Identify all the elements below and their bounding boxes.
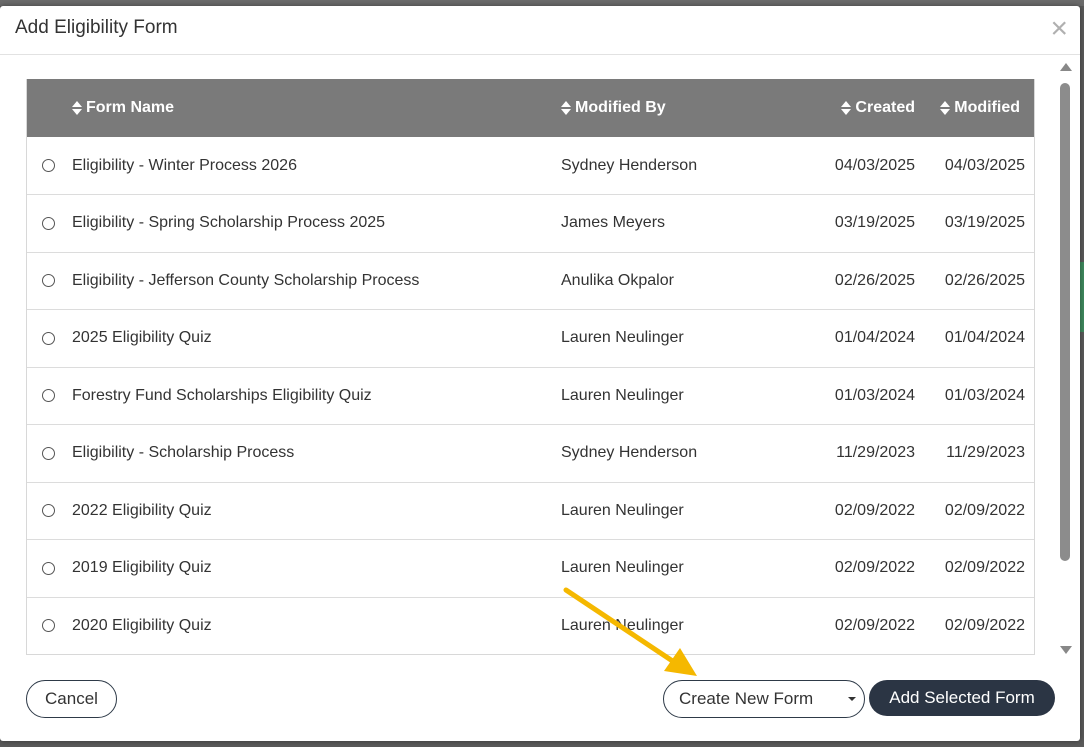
table-scrollbar[interactable] xyxy=(1058,61,1072,656)
row-select-cell xyxy=(27,482,72,540)
column-header-modified[interactable]: Modified xyxy=(924,79,1034,137)
modified-by-cell: Lauren Neulinger xyxy=(561,559,684,577)
modified-cell: 02/09/2022 xyxy=(944,616,1025,634)
forms-table-container: Form Name Modified By Created Modified E… xyxy=(26,79,1035,655)
modified-by-cell: Sydney Henderson xyxy=(561,444,698,462)
radio-icon[interactable] xyxy=(42,274,55,288)
form-name-cell: 2022 Eligibility Quiz xyxy=(72,501,212,519)
form-name-cell: Eligibility - Winter Process 2026 xyxy=(72,156,297,174)
modified-by-cell: Sydney Henderson xyxy=(561,156,698,174)
table-row[interactable]: Forestry Fund Scholarships Eligibility Q… xyxy=(27,367,1034,425)
table-row[interactable]: Eligibility - Spring Scholarship Process… xyxy=(27,195,1034,253)
scrollbar-thumb[interactable] xyxy=(1060,83,1070,561)
add-eligibility-form-dialog: Add Eligibility Form × Form Name Modifie… xyxy=(0,6,1080,741)
column-label-created: Created xyxy=(855,99,915,116)
column-header-modified-by[interactable]: Modified By xyxy=(561,79,773,137)
modified-by-cell: Anulika Okpalor xyxy=(561,271,674,289)
dialog-title: Add Eligibility Form xyxy=(15,17,178,38)
modified-cell: 02/09/2022 xyxy=(944,501,1025,519)
row-select-cell xyxy=(27,252,72,310)
created-cell: 03/19/2025 xyxy=(834,214,915,232)
modified-by-cell: Lauren Neulinger xyxy=(561,329,684,347)
close-icon[interactable]: × xyxy=(1050,14,1068,44)
created-cell: 02/09/2022 xyxy=(834,559,915,577)
select-column-header xyxy=(27,79,72,137)
form-name-cell: Eligibility - Scholarship Process xyxy=(72,444,295,462)
modified-by-cell: James Meyers xyxy=(561,214,666,232)
sort-icon xyxy=(561,100,571,115)
dialog-header: Add Eligibility Form × xyxy=(0,6,1080,55)
modified-cell: 01/03/2024 xyxy=(944,386,1025,404)
column-label-modified: Modified xyxy=(954,99,1020,116)
modified-cell: 03/19/2025 xyxy=(944,214,1025,232)
modified-cell: 02/09/2022 xyxy=(944,559,1025,577)
created-cell: 11/29/2023 xyxy=(836,444,915,462)
create-new-form-dropdown-button[interactable]: Create New Form xyxy=(663,680,865,718)
column-header-created[interactable]: Created xyxy=(773,79,924,137)
modified-by-cell: Lauren Neulinger xyxy=(561,501,684,519)
create-new-form-label: Create New Form xyxy=(679,689,814,708)
row-select-cell xyxy=(27,310,72,368)
table-row[interactable]: Eligibility - Winter Process 2026 Sydney… xyxy=(27,137,1034,195)
form-name-cell: Eligibility - Spring Scholarship Process… xyxy=(72,214,386,232)
radio-icon[interactable] xyxy=(42,504,55,518)
caret-down-icon[interactable] xyxy=(848,697,856,701)
modified-by-cell: Lauren Neulinger xyxy=(561,616,684,634)
form-name-cell: 2020 Eligibility Quiz xyxy=(72,616,212,634)
column-label-modified-by: Modified By xyxy=(575,99,666,116)
radio-icon[interactable] xyxy=(42,561,55,575)
row-select-cell xyxy=(27,425,72,483)
table-row[interactable]: 2020 Eligibility Quiz Lauren Neulinger 0… xyxy=(27,597,1034,654)
created-cell: 04/03/2025 xyxy=(834,156,915,174)
modified-cell: 11/29/2023 xyxy=(946,444,1025,462)
sort-icon xyxy=(841,100,852,115)
table-row[interactable]: 2025 Eligibility Quiz Lauren Neulinger 0… xyxy=(27,310,1034,368)
scroll-down-icon[interactable] xyxy=(1060,646,1072,654)
modified-cell: 01/04/2024 xyxy=(944,329,1025,347)
radio-icon[interactable] xyxy=(42,158,55,172)
form-name-cell: Forestry Fund Scholarships Eligibility Q… xyxy=(72,386,372,404)
table-row[interactable]: 2019 Eligibility Quiz Lauren Neulinger 0… xyxy=(27,540,1034,598)
modified-by-cell: Lauren Neulinger xyxy=(561,386,684,404)
form-name-cell: Eligibility - Jefferson County Scholarsh… xyxy=(72,271,420,289)
created-cell: 01/04/2024 xyxy=(834,329,915,347)
created-cell: 02/09/2022 xyxy=(834,501,915,519)
modified-cell: 04/03/2025 xyxy=(944,156,1025,174)
created-cell: 02/26/2025 xyxy=(834,271,915,289)
radio-icon[interactable] xyxy=(42,619,55,633)
row-select-cell xyxy=(27,540,72,598)
scroll-up-icon[interactable] xyxy=(1060,63,1072,71)
radio-icon[interactable] xyxy=(42,216,55,230)
table-row[interactable]: Eligibility - Scholarship Process Sydney… xyxy=(27,425,1034,483)
add-selected-form-button[interactable]: Add Selected Form xyxy=(869,680,1055,716)
cancel-button[interactable]: Cancel xyxy=(26,680,117,718)
modified-cell: 02/26/2025 xyxy=(944,271,1025,289)
row-select-cell xyxy=(27,367,72,425)
created-cell: 02/09/2022 xyxy=(834,616,915,634)
table-row[interactable]: 2022 Eligibility Quiz Lauren Neulinger 0… xyxy=(27,482,1034,540)
form-name-cell: 2019 Eligibility Quiz xyxy=(72,559,212,577)
radio-icon[interactable] xyxy=(42,446,55,460)
table-header-row: Form Name Modified By Created Modified xyxy=(27,79,1034,137)
sort-icon xyxy=(940,100,951,115)
table-row[interactable]: Eligibility - Jefferson County Scholarsh… xyxy=(27,252,1034,310)
row-select-cell xyxy=(27,137,72,195)
row-select-cell xyxy=(27,597,72,654)
created-cell: 01/03/2024 xyxy=(834,386,915,404)
radio-icon[interactable] xyxy=(42,331,55,345)
column-header-form-name[interactable]: Form Name xyxy=(72,79,561,137)
form-name-cell: 2025 Eligibility Quiz xyxy=(72,329,212,347)
radio-icon[interactable] xyxy=(42,389,55,403)
row-select-cell xyxy=(27,195,72,253)
forms-table: Form Name Modified By Created Modified E… xyxy=(27,79,1034,654)
column-label-form-name: Form Name xyxy=(86,99,175,116)
sort-icon xyxy=(72,100,82,115)
